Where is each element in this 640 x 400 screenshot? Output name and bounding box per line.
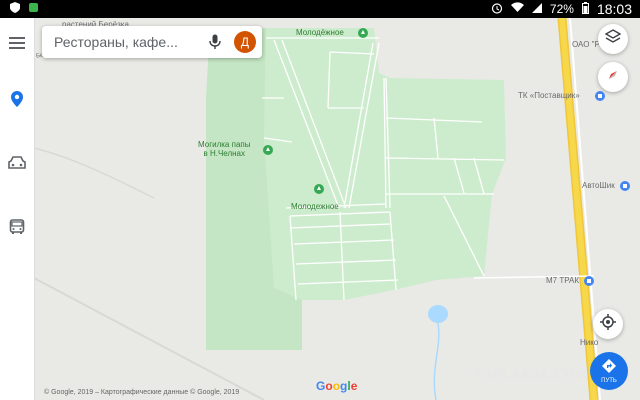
driving-button[interactable]: [6, 154, 28, 176]
place-label-m7[interactable]: М7 ТРАК: [546, 276, 579, 285]
microphone-icon[interactable]: [208, 34, 222, 50]
directions-button[interactable]: ПУТЬ: [590, 352, 628, 390]
place-label-autoshop[interactable]: АвтоШик: [582, 181, 615, 190]
layers-button[interactable]: [598, 24, 628, 54]
my-location-icon: [600, 313, 616, 335]
layers-icon: [604, 28, 622, 50]
shop-pin-icon[interactable]: [595, 90, 605, 108]
status-bar: 72% 18:03: [0, 0, 640, 18]
battery-percent: 72%: [549, 2, 574, 16]
menu-icon: [9, 36, 25, 54]
park-pin-icon[interactable]: [314, 183, 324, 201]
clock: 18:03: [596, 1, 632, 17]
search-input[interactable]: Рестораны, кафе...: [54, 34, 178, 50]
explore-button[interactable]: [6, 90, 28, 112]
car-icon: [8, 155, 26, 175]
bus-icon: [9, 218, 25, 240]
shield-icon: [10, 2, 20, 16]
compass-icon: [606, 68, 620, 87]
search-bar[interactable]: Рестораны, кафе... Д: [42, 26, 262, 58]
wifi-icon: [510, 2, 524, 16]
transit-button[interactable]: [6, 218, 28, 240]
place-label-molodezhnoe-top[interactable]: Молодёжное: [296, 28, 344, 37]
signal-icon: [531, 2, 542, 16]
place-label-grave[interactable]: Могилка папы в Н.Челнах: [198, 140, 250, 158]
park-pin-icon[interactable]: [263, 144, 273, 162]
shop-pin-icon[interactable]: [620, 180, 630, 198]
watermark: YAPLAKAL.COM: [475, 366, 588, 381]
compass-button[interactable]: [598, 62, 628, 92]
place-label-niko[interactable]: Нико: [580, 338, 598, 347]
status-left: [10, 2, 39, 16]
place-label-molodezhnoe-center[interactable]: Молодежное: [291, 202, 339, 211]
battery-icon: [581, 1, 589, 17]
copyright-text: © Google, 2019 – Картографические данные…: [44, 389, 240, 396]
menu-button[interactable]: [6, 34, 28, 56]
park-pin-icon[interactable]: [358, 27, 368, 45]
location-pin-icon: [11, 90, 23, 112]
avatar[interactable]: Д: [234, 31, 256, 53]
place-label-store[interactable]: ТК «Поставщик»: [518, 91, 580, 100]
shop-pin-icon[interactable]: [584, 275, 594, 293]
alarm-icon: [491, 2, 503, 17]
google-logo: Google: [316, 379, 358, 393]
app-icon: [28, 2, 39, 16]
my-location-button[interactable]: [593, 309, 623, 339]
status-right: 72% 18:03: [491, 1, 632, 17]
directions-icon: [602, 358, 616, 378]
map-canvas[interactable]: растений Берёзка Бетонный пр. Молодёжное…: [34, 18, 640, 400]
left-sidebar: [0, 18, 35, 400]
directions-label: ПУТЬ: [601, 377, 617, 384]
